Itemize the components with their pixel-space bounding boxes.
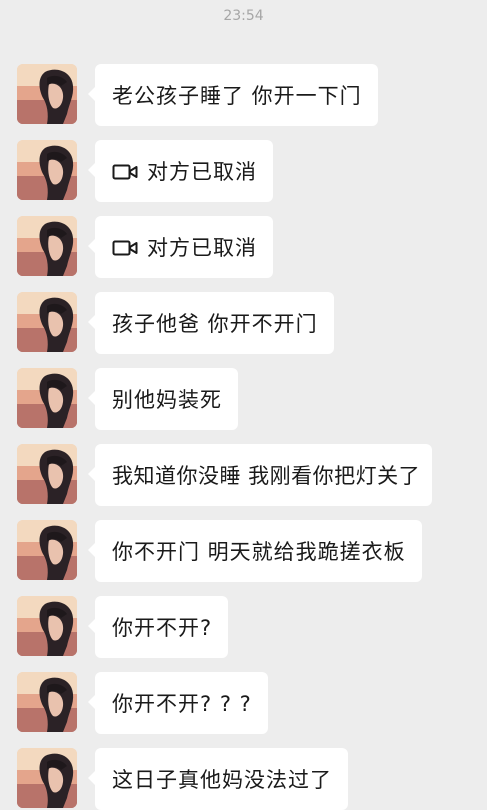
video-camera-icon — [112, 240, 138, 256]
sender-avatar[interactable] — [17, 596, 77, 656]
message-bubble[interactable]: 别他妈装死 — [88, 368, 238, 430]
sender-avatar[interactable] — [17, 520, 77, 580]
video-call-bubble[interactable]: 对方已取消 — [88, 216, 273, 278]
video-call-bubble[interactable]: 对方已取消 — [88, 140, 273, 202]
message-text: 我知道你没睡 我刚看你把灯关了 — [112, 464, 421, 488]
sender-avatar[interactable] — [17, 748, 77, 808]
message-bubble[interactable]: 孩子他爸 你开不开门 — [88, 292, 334, 354]
message-text: 这日子真他妈没法过了 — [112, 768, 332, 792]
sender-avatar[interactable] — [17, 292, 77, 352]
message-bubble[interactable]: 老公孩子睡了 你开一下门 — [88, 64, 378, 126]
chat-message-list: 老公孩子睡了 你开一下门 对方已取消 对方已取消 孩子他爸 你开不开门 别他妈装… — [0, 0, 487, 810]
message-bubble[interactable]: 你不开门 明天就给我跪搓衣板 — [88, 520, 422, 582]
message-text: 你不开门 明天就给我跪搓衣板 — [112, 540, 406, 564]
sender-avatar[interactable] — [17, 672, 77, 732]
sender-avatar[interactable] — [17, 444, 77, 504]
sender-avatar[interactable] — [17, 140, 77, 200]
message-bubble[interactable]: 这日子真他妈没法过了 — [88, 748, 348, 810]
sender-avatar[interactable] — [17, 64, 77, 124]
sender-avatar[interactable] — [17, 368, 77, 428]
message-text: 别他妈装死 — [112, 388, 222, 412]
message-bubble[interactable]: 你开不开? ? ? — [88, 672, 268, 734]
message-text: 你开不开? ? ? — [112, 692, 252, 716]
message-text: 对方已取消 — [147, 160, 257, 184]
message-bubble[interactable]: 我知道你没睡 我刚看你把灯关了 — [87, 444, 433, 506]
message-text: 孩子他爸 你开不开门 — [112, 312, 318, 336]
message-bubble[interactable]: 你开不开? — [87, 596, 229, 658]
sender-avatar[interactable] — [17, 216, 77, 276]
message-text: 你开不开? — [112, 616, 213, 640]
message-text: 老公孩子睡了 你开一下门 — [112, 84, 362, 108]
video-camera-icon — [112, 164, 138, 180]
message-text: 对方已取消 — [147, 236, 257, 260]
